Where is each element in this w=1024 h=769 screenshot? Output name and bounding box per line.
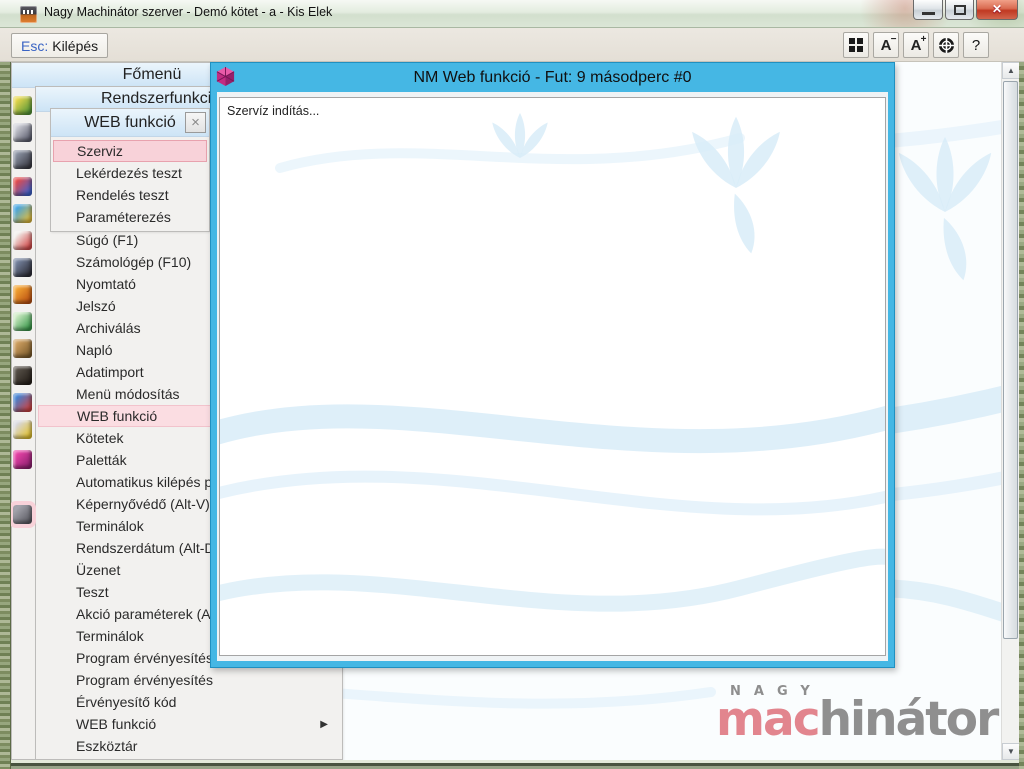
- scroll-down-icon: ▼: [1007, 747, 1015, 756]
- brand-logo-accent: mac: [716, 692, 821, 747]
- menu-item[interactable]: Paraméterezés: [53, 206, 207, 228]
- fomenu-item-icon[interactable]: [13, 312, 32, 331]
- menu-item-label: Súgó (F1): [76, 232, 139, 248]
- brand-logo: NAGY machinátor: [716, 684, 1000, 747]
- menu-item-label: Program érvényesítés: [76, 672, 213, 688]
- menu-item-label: Számológép (F10): [76, 254, 192, 270]
- minimize-icon: [922, 12, 935, 15]
- scroll-up-button[interactable]: ▲: [1002, 62, 1020, 79]
- menu-item-label: Paraméterezés: [76, 209, 171, 225]
- desktop-edge-right: [1019, 62, 1024, 769]
- scroll-down-button[interactable]: ▼: [1002, 743, 1020, 760]
- app-icon: [20, 6, 37, 23]
- nm-floral-art: [220, 113, 885, 612]
- close-button[interactable]: ✕: [976, 0, 1018, 20]
- exit-label: Kilépés: [52, 37, 99, 54]
- menu-item-label: Adatimport: [76, 364, 144, 380]
- fomenu-item-icon[interactable]: [13, 258, 32, 277]
- web-funkcio-panel: WEB funkció × Szerviz Lekérdezés teszt R…: [50, 108, 210, 232]
- fomenu-item-icon[interactable]: [11, 503, 34, 526]
- submenu-arrow-icon: ▶: [320, 718, 328, 730]
- layout-grid-button[interactable]: [843, 32, 869, 58]
- fomenu-item-icon[interactable]: [13, 177, 32, 196]
- nm-cube-icon: [216, 66, 235, 87]
- font-increase-icon: A +: [910, 33, 927, 54]
- nm-window-body: Szervíz indítás...: [217, 92, 888, 661]
- menu-item-label: Eszköztár: [76, 738, 138, 754]
- layout-grid-icon: [849, 38, 863, 52]
- brand-logo-rest: hinátor: [818, 692, 1000, 747]
- brand-logo-main-text: machinátor: [716, 692, 1000, 747]
- app-titlebar[interactable]: Nagy Machinátor szerver - Demó kötet - a…: [0, 0, 1024, 28]
- nm-status-text: Szervíz indítás...: [227, 104, 320, 118]
- scrollbar-thumb[interactable]: [1003, 81, 1018, 639]
- desktop-edge-left: [0, 62, 11, 769]
- menu-item-label: Paletták: [76, 452, 127, 468]
- menu-item-label: Archiválás: [76, 320, 141, 336]
- exit-key-label: Esc:: [21, 37, 49, 54]
- font-decrease-button[interactable]: A −: [873, 32, 899, 58]
- fomenu-item-icon[interactable]: [13, 339, 32, 358]
- menu-item-label: Képernyővédő (Alt-V): [76, 496, 210, 512]
- nm-output-area: Szervíz indítás...: [219, 97, 886, 656]
- font-decrease-icon: A −: [880, 33, 897, 54]
- fomenu-item-icon[interactable]: [13, 123, 32, 142]
- nm-web-window: NM Web funkció - Fut: 9 másodperc #0 Sze…: [210, 62, 895, 668]
- panel-close-icon: ×: [191, 114, 200, 131]
- web-funkcio-panel-title: WEB funkció: [84, 113, 176, 131]
- menu-item[interactable]: Eszköztár: [38, 735, 340, 757]
- menu-item-label: Napló: [76, 342, 113, 358]
- fomenu-item-icon[interactable]: [13, 150, 32, 169]
- fomenu-item-icon[interactable]: [13, 366, 32, 385]
- menu-item-label: Terminálok: [76, 518, 144, 534]
- nm-window-title: NM Web funkció - Fut: 9 másodperc #0: [413, 68, 692, 86]
- menu-item-label: Jelszó: [76, 298, 116, 314]
- help-icon: ?: [971, 36, 981, 54]
- menu-item[interactable]: Érvényesítő kód: [38, 691, 340, 713]
- menu-item-label: Rendelés teszt: [76, 187, 169, 203]
- app-toolbar: Esc: Kilépés A − A + ?: [0, 28, 1024, 62]
- scroll-up-icon: ▲: [1007, 66, 1015, 75]
- menu-item[interactable]: Szerviz: [53, 140, 207, 162]
- language-globe-button[interactable]: [933, 32, 959, 58]
- exit-button[interactable]: Esc: Kilépés: [11, 33, 109, 58]
- menu-item-label: Nyomtató: [76, 276, 136, 292]
- menu-item[interactable]: Program érvényesítés: [38, 669, 340, 691]
- menu-item-label: Lekérdezés teszt: [76, 165, 182, 181]
- menu-item-label: Kötetek: [76, 430, 124, 446]
- vertical-scrollbar[interactable]: ▲ ▼: [1001, 62, 1020, 760]
- fomenu-item-icon[interactable]: [13, 96, 32, 115]
- close-icon: ✕: [991, 2, 1003, 16]
- maximize-icon: [954, 5, 966, 15]
- menu-item[interactable]: Lekérdezés teszt: [53, 162, 207, 184]
- menu-item-label: Üzenet: [76, 562, 121, 578]
- font-increase-button[interactable]: A +: [903, 32, 929, 58]
- menu-item-label: Teszt: [76, 584, 109, 600]
- fomenu-item-icon[interactable]: [13, 285, 32, 304]
- menu-item[interactable]: Rendelés teszt: [53, 184, 207, 206]
- menu-item-label: WEB funkció: [77, 408, 158, 424]
- app-title: Nagy Machinátor szerver - Demó kötet - a…: [44, 5, 333, 19]
- fomenu-item-icon[interactable]: [13, 204, 32, 223]
- menu-item-label: Érvényesítő kód: [76, 694, 177, 710]
- fomenu-item-icon[interactable]: [13, 393, 32, 412]
- nm-window-titlebar[interactable]: NM Web funkció - Fut: 9 másodperc #0: [211, 63, 894, 92]
- menu-item-label: Rendszerdátum (Alt-D): [76, 540, 220, 556]
- menu-item-label: Menü módosítás: [76, 386, 180, 402]
- menu-item-label: Terminálok: [76, 628, 144, 644]
- fomenu-item-icon[interactable]: [13, 231, 32, 250]
- minimize-button[interactable]: [913, 0, 943, 20]
- menu-item-label: Program érvényesítés: [76, 650, 213, 666]
- menu-item[interactable]: WEB funkció ▶: [38, 713, 340, 735]
- menu-item-label: Szerviz: [77, 143, 123, 159]
- maximize-button[interactable]: [945, 0, 974, 20]
- panel-close-button[interactable]: ×: [185, 112, 206, 133]
- language-globe-icon: [938, 37, 954, 53]
- fomenu-item-icon[interactable]: [13, 450, 32, 469]
- help-button[interactable]: ?: [963, 32, 989, 58]
- menu-item-label: WEB funkció: [76, 716, 157, 732]
- fomenu-item-icon[interactable]: [13, 420, 32, 439]
- desktop-edge-bottom: [0, 760, 1024, 769]
